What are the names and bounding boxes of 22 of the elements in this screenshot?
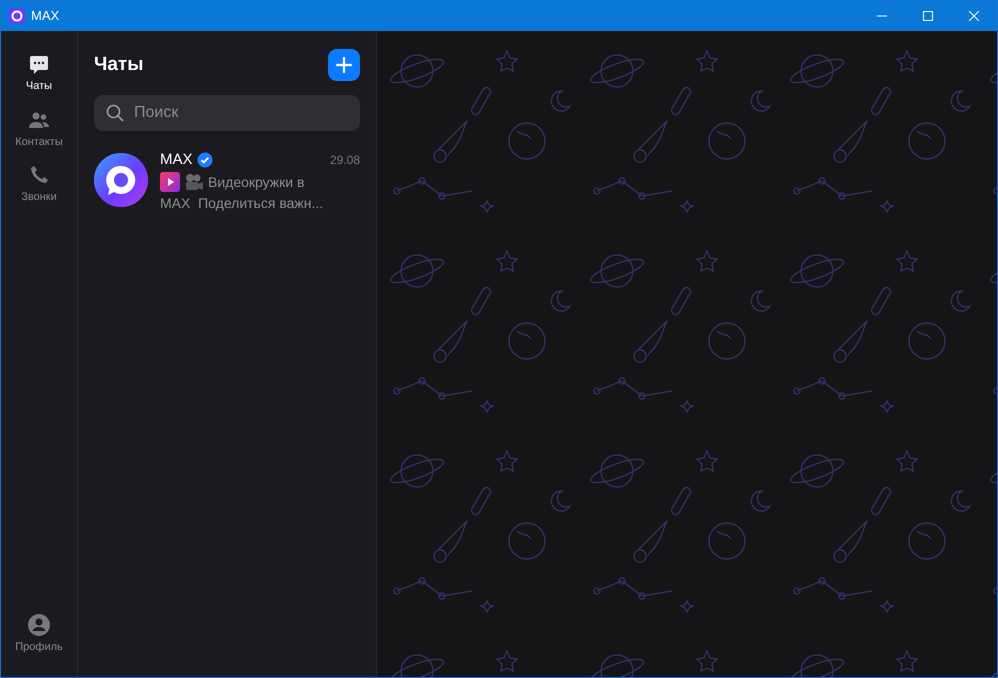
chat-date: 29.08	[330, 152, 360, 170]
panel-title: Чаты	[94, 54, 144, 76]
chat-bubble-icon	[28, 53, 50, 75]
profile-tab[interactable]: Профиль	[15, 614, 63, 655]
message-preview: MAX Поделиться важн...	[160, 194, 324, 213]
chat-name: MAX	[160, 150, 193, 170]
chat-item[interactable]: MAX 29.08 Видеокружки в MAX Поделиться важн...	[94, 149, 360, 214]
maximize-icon	[923, 11, 933, 21]
plus-icon	[336, 57, 352, 73]
nav-tab[interactable]: Звонки	[21, 164, 57, 206]
chat-logo-icon	[94, 153, 148, 207]
close-icon	[969, 11, 979, 21]
nav-tab[interactable]: Контакты	[15, 108, 63, 150]
film-camera-icon	[184, 173, 204, 191]
app-logo-icon	[9, 8, 25, 24]
profile-avatar-icon	[28, 614, 50, 636]
message-preview: Видеокружки в	[208, 172, 304, 192]
nav-tab[interactable]: Чаты	[26, 53, 52, 94]
add-chat-button[interactable]	[328, 49, 360, 81]
video-play-icon	[160, 172, 180, 192]
window-title: MAX	[31, 7, 60, 26]
search-field[interactable]: Поиск	[94, 95, 360, 131]
